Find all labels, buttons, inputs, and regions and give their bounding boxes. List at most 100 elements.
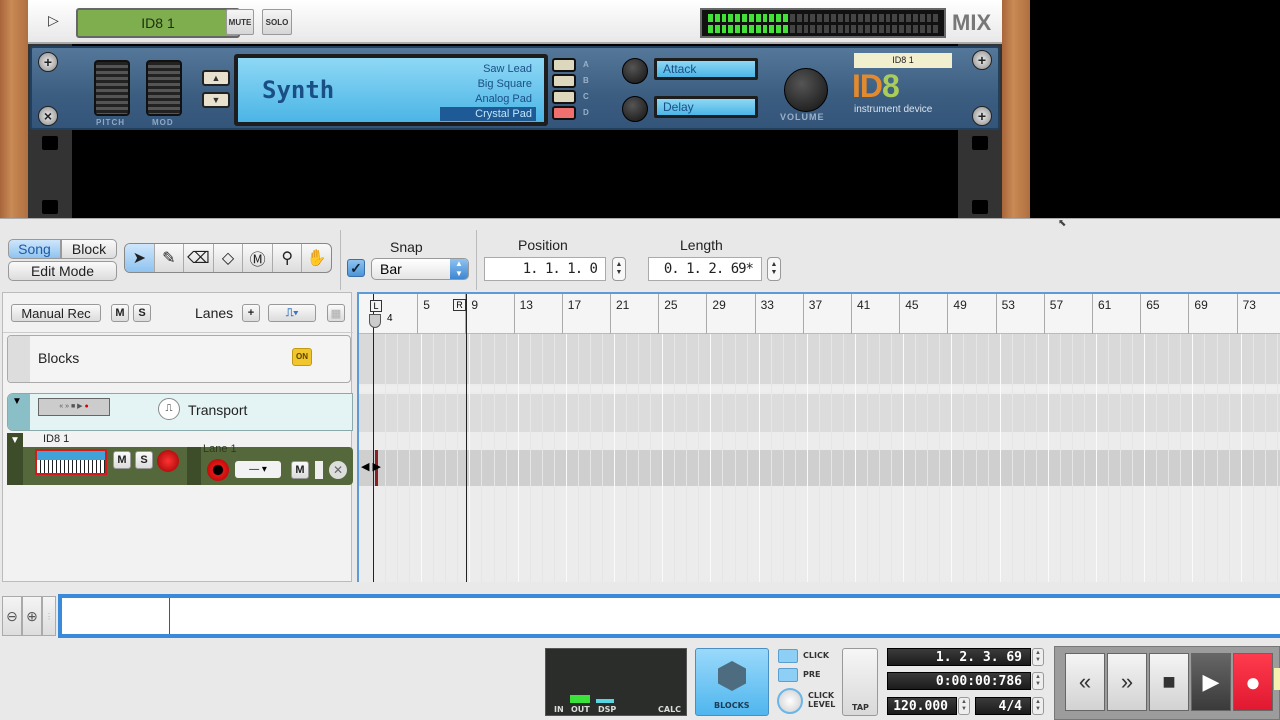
patch-item[interactable]: Analog Pad [440,92,536,106]
navigator-overview[interactable] [58,594,1280,638]
patch-item[interactable]: Big Square [440,77,536,91]
eraser-icon[interactable]: ⌫ [184,244,214,272]
collapse-triangle-icon[interactable]: ▼ [12,396,22,407]
pencil-icon[interactable]: ✎ [155,244,185,272]
tap-tempo-button[interactable]: TAP [842,648,878,716]
blocks-toggle-button[interactable]: BLOCKS [695,648,769,716]
track-name-display[interactable]: ID8 1 [76,8,240,38]
lane-mute-button[interactable]: M [291,461,309,479]
grid-line [806,334,808,582]
tool-palette: ➤ ✎ ⌫ ◇ Ⓜ ⚲ ✋ [124,243,332,273]
automation-lane-button[interactable]: ⎍▾ [268,304,316,322]
precount-toggle[interactable] [778,668,798,682]
lane-select[interactable]: — ▾ [235,461,281,478]
patch-down-button[interactable]: ▼ [202,92,230,108]
mute-button[interactable]: MUTE [226,9,254,35]
rewind-icon[interactable]: « [1065,653,1105,711]
patch-a-button[interactable] [552,58,576,72]
expand-triangle-icon[interactable]: ▷ [48,12,59,29]
position-stepper[interactable]: ▲ ▼ [612,257,626,281]
zoom-in-icon[interactable]: ⊕ [22,596,42,636]
mute-all-button[interactable]: M [111,304,129,322]
patch-display: Synth Saw Lead Big Square Analog Pad Cry… [234,54,548,126]
dsp-meter: IN OUT DSP CALC [545,648,687,716]
position-field[interactable]: 1. 1. 1. 0 [484,257,606,281]
patch-item[interactable]: Saw Lead [440,62,536,76]
instrument-track[interactable]: ▼ M S Lane 1 — ▾ M ✕ [7,433,353,485]
grid-view-icon[interactable]: ▦ [327,304,345,322]
mod-wheel[interactable] [146,60,182,116]
click-toggle[interactable] [778,649,798,663]
attack-knob[interactable] [622,58,648,84]
razor-icon[interactable]: ◇ [214,244,244,272]
snap-checkbox[interactable]: ✓ [347,259,365,277]
vu-segment [762,25,768,33]
blocks-icon [718,661,746,691]
record-enable-button[interactable] [157,450,179,472]
tempo-stepper[interactable]: ▲ ▼ [958,697,970,715]
bars-position-stepper[interactable]: ▲ ▼ [1032,648,1044,666]
click-level-knob[interactable] [777,688,803,714]
patch-up-button[interactable]: ▲ [202,70,230,86]
bar-number: 45 [905,298,919,312]
resize-handle-icon[interactable]: ⬉ [1058,218,1066,229]
playhead-handle[interactable] [369,314,381,328]
vu-segment [728,14,734,22]
length-field[interactable]: 0. 1. 2. 69* [648,257,762,281]
manual-rec-button[interactable]: Manual Rec [11,304,101,322]
sequencer-area[interactable]: 5 9 13 17 21 25 29 33 37 41 45 49 53 57 61 65 69 73 L R 4… [357,292,1280,582]
drag-handle-icon[interactable]: ⋮ [42,596,56,636]
blocks-on-button[interactable]: ON [292,348,312,366]
mute-tool-icon[interactable]: Ⓜ [243,244,273,272]
volume-knob[interactable] [784,68,828,112]
song-mode-button[interactable]: Song [8,239,61,259]
ruler[interactable]: 5 9 13 17 21 25 29 33 37 41 45 49 53 57 61 65 69 73 [359,294,1280,334]
navigator-viewport[interactable] [62,598,170,634]
vu-segment [824,25,829,33]
transport-track[interactable]: ▼ « » ■ ▶ ● ⎍ Transport [7,393,353,431]
stop-icon[interactable]: ■ [1149,653,1189,711]
magnify-icon[interactable]: ⚲ [273,244,303,272]
record-icon[interactable]: ● [1233,653,1273,711]
patch-d-button[interactable] [552,106,576,120]
collapse-triangle-icon[interactable]: ▼ [10,435,20,446]
right-locator[interactable]: R [453,299,466,311]
delay-knob[interactable] [622,96,648,122]
delete-lane-icon[interactable]: ✕ [329,461,347,479]
time-position-display[interactable]: 0:00:00:786 [887,672,1031,690]
keyboard-thumbnail-icon[interactable] [35,449,107,475]
pitch-wheel[interactable] [94,60,130,116]
tempo-display[interactable]: 120.000 [887,697,957,715]
edit-mode-button[interactable]: Edit Mode [8,261,117,281]
track-solo-button[interactable]: S [135,451,153,469]
block-mode-button[interactable]: Block [61,239,117,259]
device-name-tag[interactable]: ID8 1 [854,53,952,68]
signature-stepper[interactable]: ▲ ▼ [1032,697,1044,715]
select-arrow-icon[interactable]: ➤ [125,244,155,272]
blocks-track[interactable]: Blocks ON [7,335,351,383]
time-signature-display[interactable]: 4/4 [975,697,1031,715]
solo-all-button[interactable]: S [133,304,151,322]
patch-b-button[interactable] [552,74,576,88]
snap-select[interactable]: Bar ▲ ▼ [371,258,469,280]
grid-line [1264,334,1266,582]
vu-segment [776,25,782,33]
add-lane-button[interactable]: + [242,304,260,322]
patch-c-button[interactable] [552,90,576,104]
left-locator[interactable]: L [370,300,382,312]
fast-forward-icon[interactable]: » [1107,653,1147,711]
solo-button[interactable]: SOLO [262,9,292,35]
patch-item-selected[interactable]: Crystal Pad [440,107,536,121]
length-stepper[interactable]: ▲ ▼ [767,257,781,281]
time-position-stepper[interactable]: ▲ ▼ [1032,672,1044,690]
zoom-out-icon[interactable]: ⊖ [2,596,22,636]
track-mute-button[interactable]: M [113,451,131,469]
lane-record-button[interactable] [207,459,229,481]
select-arrows-icon: ▲ ▼ [450,259,468,279]
hand-icon[interactable]: ✋ [302,244,331,272]
bars-position-display[interactable]: 1. 2. 3. 69 [887,648,1031,666]
clip-resize-handle-icon[interactable]: ◀ ▶ [361,460,381,473]
bar-number: 65 [1146,298,1160,312]
play-icon[interactable]: ▶ [1191,653,1231,711]
position-label: Position [518,237,568,253]
